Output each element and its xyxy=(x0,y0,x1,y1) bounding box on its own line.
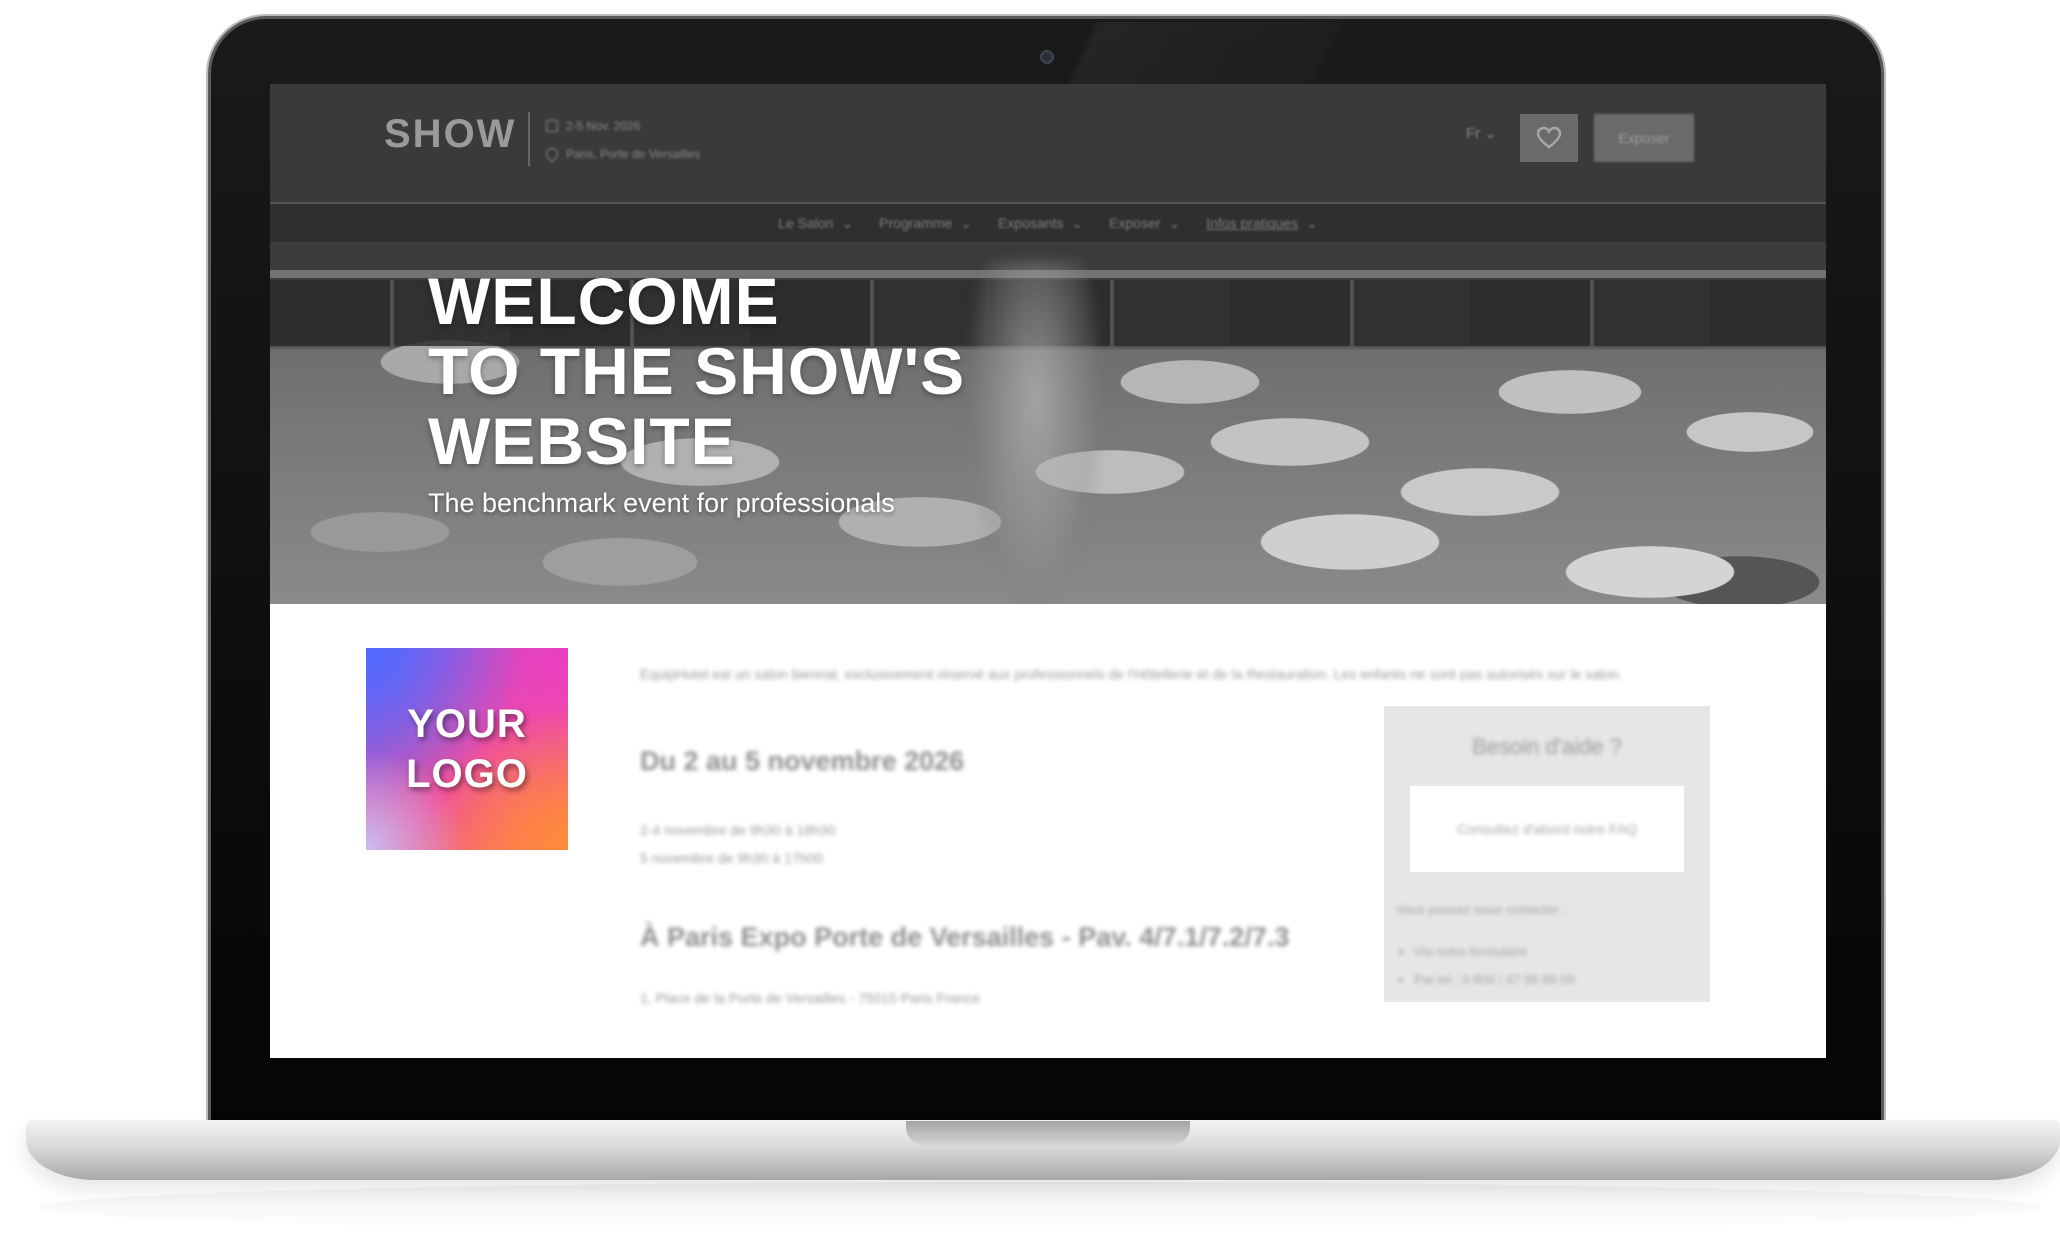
hero-title: WELCOME TO THE SHOW'S WEBSITE xyxy=(428,266,965,476)
venue-address: 1, Place de la Porte de Versailles - 750… xyxy=(640,990,981,1006)
hero-title-line: WEBSITE xyxy=(428,404,736,478)
event-meta: 2-5 Nov. 2026 Paris, Porte de Versailles xyxy=(543,112,701,168)
your-logo-placeholder: YOUR LOGO xyxy=(366,648,568,850)
chevron-down-icon: ⌄ xyxy=(1484,125,1497,142)
webcam-icon xyxy=(1040,50,1054,64)
event-dates-row: 2-5 Nov. 2026 xyxy=(546,112,700,140)
intro-paragraph: EquipHotel est un salon biennal, exclusi… xyxy=(640,666,1623,682)
exhibit-button[interactable]: Exposer xyxy=(1594,114,1694,162)
chevron-down-icon: ⌄ xyxy=(1168,214,1181,231)
nav-item-programme[interactable]: Programme ⌄ xyxy=(879,215,972,232)
language-value: Fr xyxy=(1466,124,1481,142)
nav-item-label: Programme xyxy=(879,215,953,231)
contact-form-link[interactable]: Via notre formulaire xyxy=(1414,938,1574,966)
chevron-down-icon: ⌄ xyxy=(1306,214,1318,231)
dates-heading: Du 2 au 5 novembre 2026 xyxy=(640,746,965,776)
venue-heading: À Paris Expo Porte de Versailles - Pav. … xyxy=(640,922,1290,952)
help-box: Besoin d'aide ? Consultez d'abord notre … xyxy=(1384,706,1710,1002)
brand-logo[interactable]: SHOW xyxy=(384,112,516,157)
hero-walking-figure xyxy=(970,262,1100,602)
heart-icon xyxy=(1536,126,1562,149)
event-location: Paris, Porte de Versailles xyxy=(566,147,701,161)
nav-item-label: Infos pratiques xyxy=(1206,215,1299,231)
help-title: Besoin d'aide ? xyxy=(1472,734,1622,759)
laptop-screen: SHOW 2-5 Nov. 2026 Paris, Porte de Versa… xyxy=(270,84,1826,1058)
language-select[interactable]: Fr ⌄ xyxy=(1466,124,1497,143)
laptop-reflection xyxy=(40,1182,2040,1232)
site-header: SHOW 2-5 Nov. 2026 Paris, Porte de Versa… xyxy=(270,84,1826,204)
hero-banner: WELCOME TO THE SHOW'S WEBSITE The benchm… xyxy=(270,242,1826,604)
hero-title-line: WELCOME xyxy=(428,264,780,338)
hours-line: 5 novembre de 9h30 à 17h00 xyxy=(640,850,823,866)
nav-item-exposer[interactable]: Exposer ⌄ xyxy=(1109,215,1180,232)
main-content: YOUR LOGO EquipHotel est un salon bienna… xyxy=(270,604,1826,1058)
logo-text: YOUR xyxy=(407,702,527,746)
nav-item-label: Exposants xyxy=(998,215,1064,231)
favorites-button[interactable] xyxy=(1520,114,1578,162)
contact-phone: Par tel : 0 800 / 47 98 89 09 xyxy=(1414,966,1574,994)
brand-separator xyxy=(528,112,530,166)
nav-item-infos-pratiques[interactable]: Infos pratiques ⌄ xyxy=(1206,215,1318,232)
faq-link[interactable]: Consultez d'abord notre FAQ xyxy=(1457,821,1637,837)
opening-hours: 2-4 novembre de 9h30 à 18h30 5 novembre … xyxy=(640,816,835,872)
contact-list: Via notre formulaire Par tel : 0 800 / 4… xyxy=(1414,938,1574,994)
pin-icon xyxy=(543,145,561,163)
logo-text: LOGO xyxy=(406,752,528,796)
main-nav: Le Salon ⌄ Programme ⌄ Exposants ⌄ Expos… xyxy=(270,204,1826,242)
nav-item-label: Le Salon xyxy=(778,215,834,231)
chevron-down-icon: ⌄ xyxy=(1071,214,1084,231)
chevron-down-icon: ⌄ xyxy=(841,214,854,231)
chevron-down-icon: ⌄ xyxy=(960,214,973,231)
laptop-base-notch xyxy=(906,1121,1190,1145)
contact-label: Vous pouvez nous contacter : xyxy=(1396,902,1567,917)
hero-title-line: TO THE SHOW'S xyxy=(428,334,966,408)
hours-line: 2-4 novembre de 9h30 à 18h30 xyxy=(640,822,836,838)
hero-subtitle: The benchmark event for professionals xyxy=(428,488,895,518)
nav-item-exposants[interactable]: Exposants ⌄ xyxy=(998,215,1083,232)
nav-item-salon[interactable]: Le Salon ⌄ xyxy=(778,215,853,232)
event-location-row: Paris, Porte de Versailles xyxy=(543,140,701,168)
nav-item-label: Exposer xyxy=(1109,215,1161,231)
event-dates: 2-5 Nov. 2026 xyxy=(566,119,641,133)
faq-card[interactable]: Consultez d'abord notre FAQ xyxy=(1410,786,1684,872)
calendar-icon xyxy=(546,120,558,132)
